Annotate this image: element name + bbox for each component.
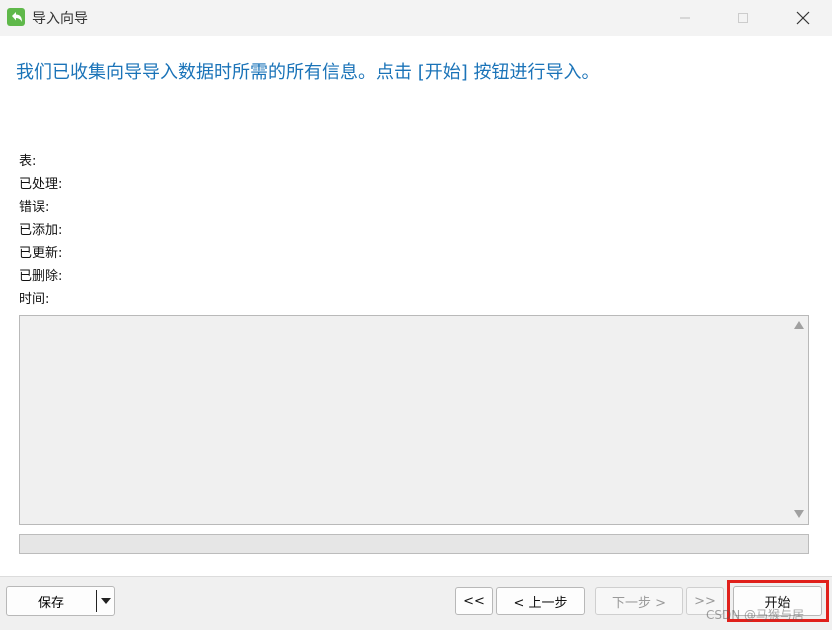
chevron-down-icon	[101, 598, 111, 604]
scroll-down-arrow-icon[interactable]	[794, 510, 804, 518]
stat-time-label: 时间:	[19, 292, 50, 307]
minimize-icon	[680, 17, 690, 19]
import-log[interactable]	[19, 315, 809, 525]
title-bar: 导入向导	[0, 0, 832, 36]
stat-processed-label: 已处理:	[19, 177, 63, 192]
window-title: 导入向导	[32, 11, 88, 27]
scroll-up-arrow-icon[interactable]	[794, 321, 804, 329]
close-button[interactable]	[780, 0, 826, 36]
previous-step-button[interactable]: < 上一步	[496, 587, 585, 615]
maximize-icon	[738, 13, 748, 23]
stat-tables-label: 表:	[19, 154, 37, 169]
progress-bar	[19, 534, 809, 554]
instruction-text: 我们已收集向导导入数据时所需的所有信息。点击 [开始] 按钮进行导入。	[16, 62, 600, 83]
save-button[interactable]: 保存	[7, 587, 95, 615]
stat-updated-label: 已更新:	[19, 246, 63, 261]
stat-added-label: 已添加:	[19, 223, 63, 238]
save-dropdown-button[interactable]	[97, 587, 115, 615]
stat-errors-label: 错误:	[19, 200, 50, 215]
import-wizard-icon	[7, 8, 25, 26]
close-icon	[796, 11, 810, 25]
next-step-button[interactable]: 下一步 >	[595, 587, 683, 615]
minimize-button[interactable]	[662, 0, 708, 36]
first-step-button[interactable]: <<	[455, 587, 493, 615]
stat-deleted-label: 已删除:	[19, 269, 63, 284]
maximize-button[interactable]	[720, 0, 766, 36]
watermark: CSDN @马猴与居	[706, 608, 805, 622]
save-split-button[interactable]: 保存	[6, 586, 115, 616]
